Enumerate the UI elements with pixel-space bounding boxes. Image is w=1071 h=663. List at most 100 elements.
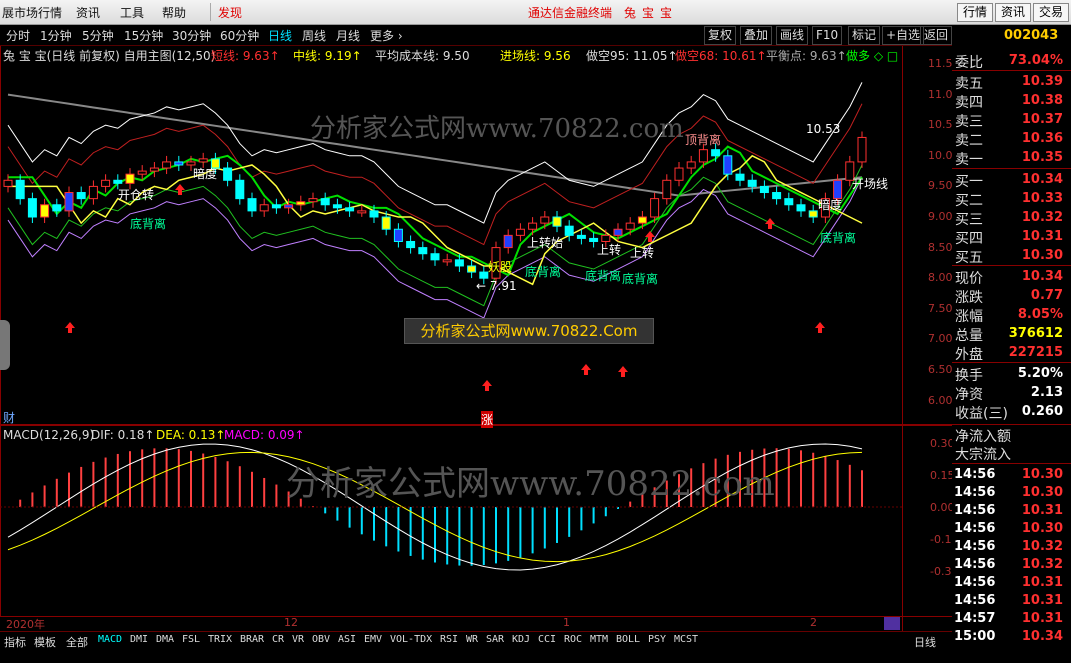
tab-rsi[interactable]: RSI (440, 634, 458, 645)
tab-obv[interactable]: OBV (312, 634, 330, 645)
buy-arrow (581, 364, 591, 375)
tab-macd[interactable]: MACD (98, 634, 122, 645)
tab-mcst[interactable]: MCST (674, 634, 698, 645)
candle-body (235, 179, 245, 200)
watermark-top: 分析家公式网www.70822.com (310, 114, 684, 144)
tab-sar[interactable]: SAR (486, 634, 504, 645)
quote-row: 卖三 10.37 (955, 112, 1063, 130)
menu-tools[interactable]: 工具 (120, 4, 144, 21)
scroll-marker[interactable] (884, 617, 900, 630)
f10-button[interactable]: F10 (812, 26, 843, 45)
period-monthly[interactable]: 月线 (336, 27, 360, 44)
candle-body (198, 158, 208, 163)
signal-dibeili: 底背离 (622, 272, 659, 286)
tab-wr[interactable]: WR (466, 634, 478, 645)
quote-row: 涨跌 0.77 (955, 288, 1063, 306)
tab-indicators[interactable]: 指标 (4, 634, 26, 650)
candle-body (52, 204, 62, 212)
period-daily[interactable]: 日线 (268, 27, 292, 44)
tab-templates[interactable]: 模板 (34, 634, 56, 650)
menu-market[interactable]: 展市场行情 (2, 4, 62, 21)
tab-kdj[interactable]: KDJ (512, 634, 530, 645)
signal-andu2: 暗度 (818, 198, 843, 212)
tab-cr[interactable]: CR (272, 634, 284, 645)
signal-kaicang2: 开场线 (852, 177, 889, 191)
add-watchlist-button[interactable]: +自选 (882, 26, 925, 45)
candle-body (40, 204, 50, 218)
tab-emv[interactable]: EMV (364, 634, 382, 645)
tab-vol-tdx[interactable]: VOL-TDX (390, 634, 432, 645)
candle-body (723, 155, 733, 175)
news-button[interactable]: 资讯 (995, 3, 1031, 22)
overlay-button[interactable]: 叠加 (740, 26, 773, 45)
macd-tick: 0.15 (930, 469, 955, 482)
candle-body (613, 228, 623, 236)
period-1min[interactable]: 1分钟 (40, 27, 72, 44)
candle-body (784, 198, 794, 206)
menu-help[interactable]: 帮助 (162, 4, 186, 21)
tab-roc[interactable]: ROC (564, 634, 582, 645)
tab-dmi[interactable]: DMI (130, 634, 148, 645)
candle-body (528, 222, 538, 230)
flow-label-net: 净流入额 (955, 429, 1011, 445)
mark-button[interactable]: 标记 (848, 26, 881, 45)
signal-dibeili: 底背离 (130, 217, 167, 231)
back-button[interactable]: 返回 (920, 26, 952, 45)
indicator-tabs: 指标 模板 全部 MACD DMI DMA FSL TRIX BRAR CR V… (0, 631, 952, 649)
tab-asi[interactable]: ASI (338, 634, 356, 645)
candle-body (747, 179, 757, 187)
tab-cci[interactable]: CCI (538, 634, 556, 645)
period-indicator[interactable]: 日线 (914, 634, 936, 650)
candle-body (564, 225, 574, 236)
menu-news[interactable]: 资讯 (76, 4, 100, 21)
candle-body (332, 204, 342, 209)
candle-body (430, 253, 440, 261)
period-30min[interactable]: 30分钟 (172, 27, 211, 44)
tape-row: 14:56 10.30 (954, 485, 1063, 500)
tab-boll[interactable]: BOLL (616, 634, 640, 645)
quote-row: 卖二 10.36 (955, 131, 1063, 149)
tape-row: 14:56 10.31 (954, 593, 1063, 608)
period-5min[interactable]: 5分钟 (82, 27, 114, 44)
signal-dibeili: 底背离 (525, 265, 562, 279)
fuquan-button[interactable]: 复权 (704, 26, 737, 45)
tab-fsl[interactable]: FSL (182, 634, 200, 645)
tape-row: 14:56 10.32 (954, 539, 1063, 554)
tab-psy[interactable]: PSY (648, 634, 666, 645)
price-tick: 8.50 (928, 241, 953, 254)
period-60min[interactable]: 60分钟 (220, 27, 259, 44)
candle-body (174, 161, 184, 166)
tape-row: 14:57 10.31 (954, 611, 1063, 626)
period-fenshi[interactable]: 分时 (6, 27, 30, 44)
tab-dma[interactable]: DMA (156, 634, 174, 645)
tape-row: 14:56 10.30 (954, 467, 1063, 482)
x-tick: 12 (284, 616, 298, 629)
price-tick: 6.00 (928, 394, 953, 407)
signal-andu: 暗度 (193, 167, 218, 181)
candle-body (149, 167, 159, 172)
draw-button[interactable]: 画线 (776, 26, 809, 45)
trade-button[interactable]: 交易 (1033, 3, 1069, 22)
quote-row: 净资 2.13 (955, 385, 1063, 403)
tab-brar[interactable]: BRAR (240, 634, 264, 645)
candle-body (857, 136, 867, 163)
candle-body (308, 198, 318, 203)
high-price-marker: 10.53 (806, 122, 841, 136)
tab-trix[interactable]: TRIX (208, 634, 232, 645)
tab-vr[interactable]: VR (292, 634, 304, 645)
quote-button[interactable]: 行情 (957, 3, 993, 22)
candle-body (576, 234, 586, 239)
menu-discover[interactable]: 发现 (218, 4, 242, 21)
signal-kaishi: 上转始 (527, 236, 564, 250)
period-15min[interactable]: 15分钟 (124, 27, 163, 44)
signal-shangzhuan: 上转 (597, 243, 622, 257)
buy-arrow (482, 380, 492, 391)
candle-body (759, 185, 769, 194)
period-weekly[interactable]: 周线 (302, 27, 326, 44)
side-collapse-handle[interactable] (0, 320, 10, 370)
tab-all[interactable]: 全部 (66, 634, 88, 650)
stock-title: 兔宝宝 (624, 6, 679, 20)
period-more[interactable]: 更多 › (370, 27, 403, 44)
tab-mtm[interactable]: MTM (590, 634, 608, 645)
candle-body (247, 198, 257, 212)
